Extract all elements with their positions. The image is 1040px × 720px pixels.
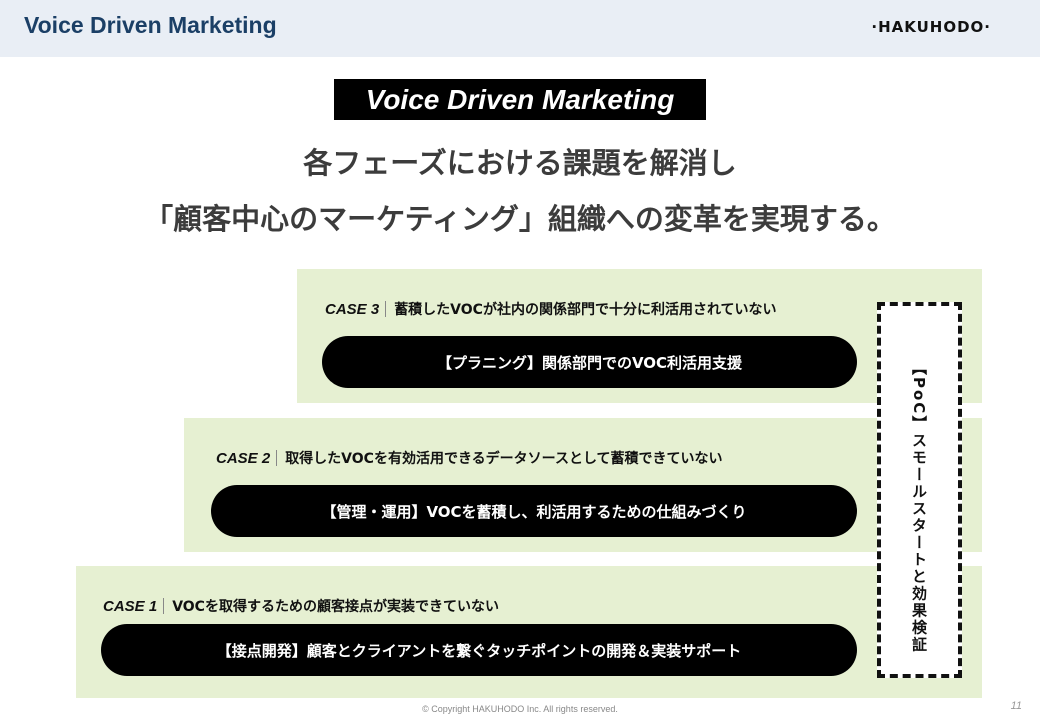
case-3-issue: 蓄積したVOCが社内の関係部門で十分に利活用されていない	[394, 302, 777, 318]
case-3-solution: 【プラニング】関係部門でのVOC利活用支援	[436, 353, 743, 372]
case-1-label: CASE 1	[103, 597, 158, 615]
hero-title: Voice Driven Marketing	[365, 83, 675, 115]
case-1-header: CASE 1 VOCを取得するための顧客接点が実装できていない	[103, 596, 499, 616]
page-number: 11	[1010, 700, 1022, 712]
hero-title-box: Voice Driven Marketing	[334, 79, 706, 120]
headline-line-1: 各フェーズにおける課題を解消し	[303, 146, 737, 180]
copyright-footer: © Copyright HAKUHODO Inc. All rights res…	[422, 704, 618, 714]
case-2-solution-pill: 【管理・運用】VOCを蓄積し、利活用するための仕組みづくり	[211, 485, 857, 537]
case-3-solution-pill: 【プラニング】関係部門でのVOC利活用支援	[322, 336, 857, 388]
case-1-panel: CASE 1 VOCを取得するための顧客接点が実装できていない 【接点開発】顧客…	[76, 566, 982, 698]
case-3-label: CASE 3	[325, 300, 380, 318]
poc-text: 【PoC】スモールスタートと効果検証	[910, 360, 928, 654]
case-3-header: CASE 3 蓄積したVOCが社内の関係部門で十分に利活用されていない	[325, 299, 777, 319]
case-2-header: CASE 2 取得したVOCを有効活用できるデータソースとして蓄積できていない	[216, 448, 723, 468]
case-1-separator	[163, 598, 165, 614]
case-1-issue: VOCを取得するための顧客接点が実装できていない	[172, 599, 499, 615]
brand-logo: ·HAKUHODO·	[871, 18, 991, 36]
case-2-panel: CASE 2 取得したVOCを有効活用できるデータソースとして蓄積できていない …	[184, 418, 982, 552]
headline-line-2: 「顧客中心のマーケティング」組織への変革を実現する。	[144, 202, 896, 236]
case-1-solution: 【接点開発】顧客とクライアントを繋ぐタッチポイントの開発＆実装サポート	[216, 641, 742, 660]
case-3-separator	[385, 301, 387, 317]
case-2-label: CASE 2	[216, 449, 271, 467]
case-2-solution: 【管理・運用】VOCを蓄積し、利活用するための仕組みづくり	[321, 502, 747, 521]
case-2-issue: 取得したVOCを有効活用できるデータソースとして蓄積できていない	[285, 451, 723, 467]
case-2-separator	[276, 450, 278, 466]
header-title: Voice Driven Marketing	[24, 12, 277, 38]
poc-dashed-box: 【PoC】スモールスタートと効果検証	[877, 302, 962, 678]
case-1-solution-pill: 【接点開発】顧客とクライアントを繋ぐタッチポイントの開発＆実装サポート	[101, 624, 857, 676]
